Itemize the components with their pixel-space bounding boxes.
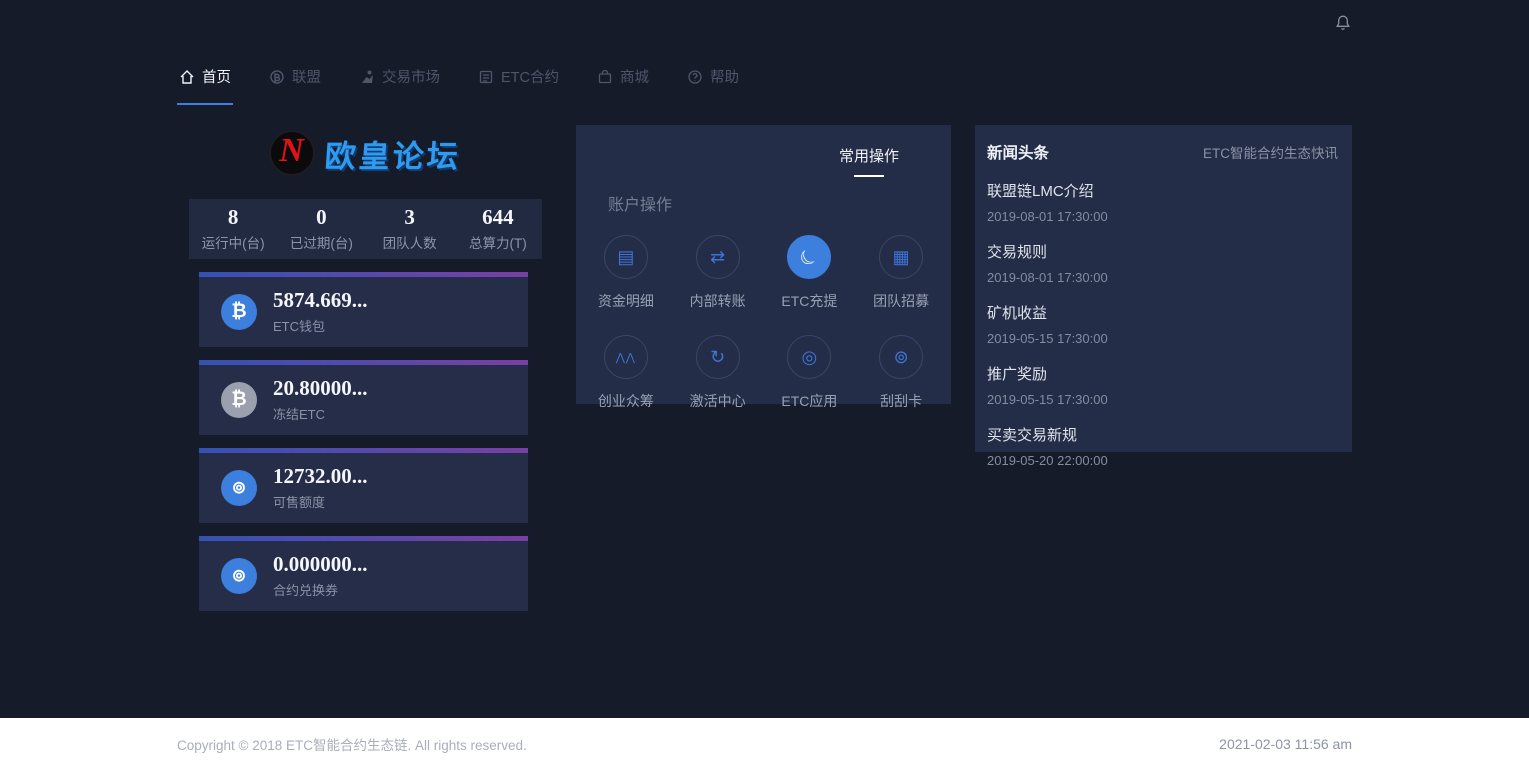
nav-item-alliance[interactable]: 联盟	[267, 66, 323, 105]
logo-monogram-icon: N	[269, 130, 315, 176]
wallet-card-sellable[interactable]: ⊚ 12732.00... 可售额度	[199, 448, 528, 523]
wallet-card-frozen[interactable]: ₿ 20.80000... 冻结ETC	[199, 360, 528, 435]
logo-text: 欧皇论坛	[323, 131, 462, 176]
wallet-amount: 5874.669...	[273, 289, 368, 312]
fund-detail-icon: ▤	[604, 235, 648, 279]
contract-icon	[478, 69, 494, 85]
trader-icon	[359, 69, 375, 85]
op-internal-transfer[interactable]: ⇄ 内部转账	[672, 235, 764, 311]
op-team-recruit[interactable]: ▦ 团队招募	[855, 235, 947, 311]
top-bar	[0, 0, 1529, 45]
activate-icon: ↻	[696, 335, 740, 379]
wallet-amount: 0.000000...	[273, 553, 368, 576]
nav-item-etc-contract[interactable]: ETC合约	[476, 66, 561, 105]
main-nav: 首页 联盟 交易市场	[0, 45, 1529, 105]
news-title: 新闻头条	[987, 141, 1049, 163]
tab-common-operations[interactable]: 常用操作	[839, 145, 899, 177]
footer: Copyright © 2018 ETC智能合约生态链. All rights …	[0, 718, 1529, 770]
etc-deposit-icon: ☾	[787, 235, 831, 279]
wallet-card-voucher[interactable]: ⊚ 0.000000... 合约兑换券	[199, 536, 528, 611]
news-panel: 新闻头条 ETC智能合约生态快讯 联盟链LMC介绍 2019-08-01 17:…	[975, 125, 1352, 452]
news-item[interactable]: 推广奖励 2019-05-15 17:30:00	[987, 363, 1338, 407]
news-item[interactable]: 矿机收益 2019-05-15 17:30:00	[987, 302, 1338, 346]
footer-datetime: 2021-02-03 11:56 am	[1219, 736, 1352, 752]
nav-label: 首页	[202, 66, 231, 87]
wallet-amount: 20.80000...	[273, 377, 368, 400]
stats-bar: 8 运行中(台) 0 已过期(台) 3 团队人数 644 总算力(T)	[189, 199, 542, 259]
transfer-icon: ⇄	[696, 235, 740, 279]
team-recruit-icon: ▦	[879, 235, 923, 279]
op-scratch-card[interactable]: ⊚ 刮刮卡	[855, 335, 947, 411]
news-column: 新闻头条 ETC智能合约生态快讯 联盟链LMC介绍 2019-08-01 17:…	[975, 105, 1352, 452]
nav-label: 商城	[620, 66, 649, 87]
operations-grid: ▤ 资金明细 ⇄ 内部转账 ☾ ETC充提 ▦	[576, 235, 951, 411]
dashboard-page: 首页 联盟 交易市场	[0, 0, 1529, 770]
wallet-amount: 12732.00...	[273, 465, 368, 488]
op-crowdfund[interactable]: ⋀⋀ 创业众筹	[580, 335, 672, 411]
account-operations-title: 账户操作	[608, 191, 951, 215]
stat-team: 3 团队人数	[366, 206, 454, 252]
wallet-label: 可售额度	[273, 492, 368, 511]
op-etc-app[interactable]: ◎ ETC应用	[764, 335, 856, 411]
wallet-label: 合约兑换券	[273, 580, 368, 599]
crowdfund-icon: ⋀⋀	[604, 335, 648, 379]
wallet-column: N 欧皇论坛 8 运行中(台) 0 已过期(台) 3 团队人数	[177, 105, 552, 611]
wallet-label: ETC钱包	[273, 316, 368, 335]
news-subtitle: ETC智能合约生态快讯	[1203, 142, 1338, 162]
news-item[interactable]: 买卖交易新规 2019-05-20 22:00:00	[987, 424, 1338, 468]
operations-column: 常用操作 账户操作 ▤ 资金明细 ⇄ 内部转账 ☾	[576, 105, 951, 404]
operations-panel: 常用操作 账户操作 ▤ 资金明细 ⇄ 内部转账 ☾	[576, 125, 951, 404]
nav-item-help[interactable]: 帮助	[685, 66, 741, 105]
etc-coin-icon: ⊚	[221, 470, 257, 506]
stat-expired: 0 已过期(台)	[277, 206, 365, 252]
etc-app-icon: ◎	[787, 335, 831, 379]
scratch-card-icon: ⊚	[879, 335, 923, 379]
news-item[interactable]: 交易规则 2019-08-01 17:30:00	[987, 241, 1338, 285]
copyright-text: Copyright © 2018 ETC智能合约生态链. All rights …	[177, 734, 527, 754]
nav-item-mall[interactable]: 商城	[595, 66, 651, 105]
main-content: N 欧皇论坛 8 运行中(台) 0 已过期(台) 3 团队人数	[0, 105, 1529, 718]
op-etc-deposit[interactable]: ☾ ETC充提	[764, 235, 856, 311]
nav-label: ETC合约	[501, 66, 559, 87]
nav-item-home[interactable]: 首页	[177, 66, 233, 105]
mall-icon	[597, 69, 613, 85]
nav-item-market[interactable]: 交易市场	[357, 66, 442, 105]
stat-running: 8 运行中(台)	[189, 206, 277, 252]
notification-bell-icon[interactable]	[1334, 14, 1352, 32]
nav-label: 交易市场	[382, 66, 440, 87]
site-logo: N 欧皇论坛	[177, 117, 552, 189]
wallet-label: 冻结ETC	[273, 404, 368, 423]
nav-label: 联盟	[292, 66, 321, 87]
help-icon	[687, 69, 703, 85]
etc-coin-icon: ⊚	[221, 558, 257, 594]
wallet-card-etc[interactable]: ₿ 5874.669... ETC钱包	[199, 272, 528, 347]
nav-label: 帮助	[710, 66, 739, 87]
stat-hashrate: 644 总算力(T)	[454, 206, 542, 252]
btc-icon: ₿	[221, 294, 257, 330]
badge-icon	[269, 69, 285, 85]
op-activate-center[interactable]: ↻ 激活中心	[672, 335, 764, 411]
home-icon	[179, 69, 195, 85]
btc-icon: ₿	[221, 382, 257, 418]
op-fund-detail[interactable]: ▤ 资金明细	[580, 235, 672, 311]
news-item[interactable]: 联盟链LMC介绍 2019-08-01 17:30:00	[987, 180, 1338, 224]
